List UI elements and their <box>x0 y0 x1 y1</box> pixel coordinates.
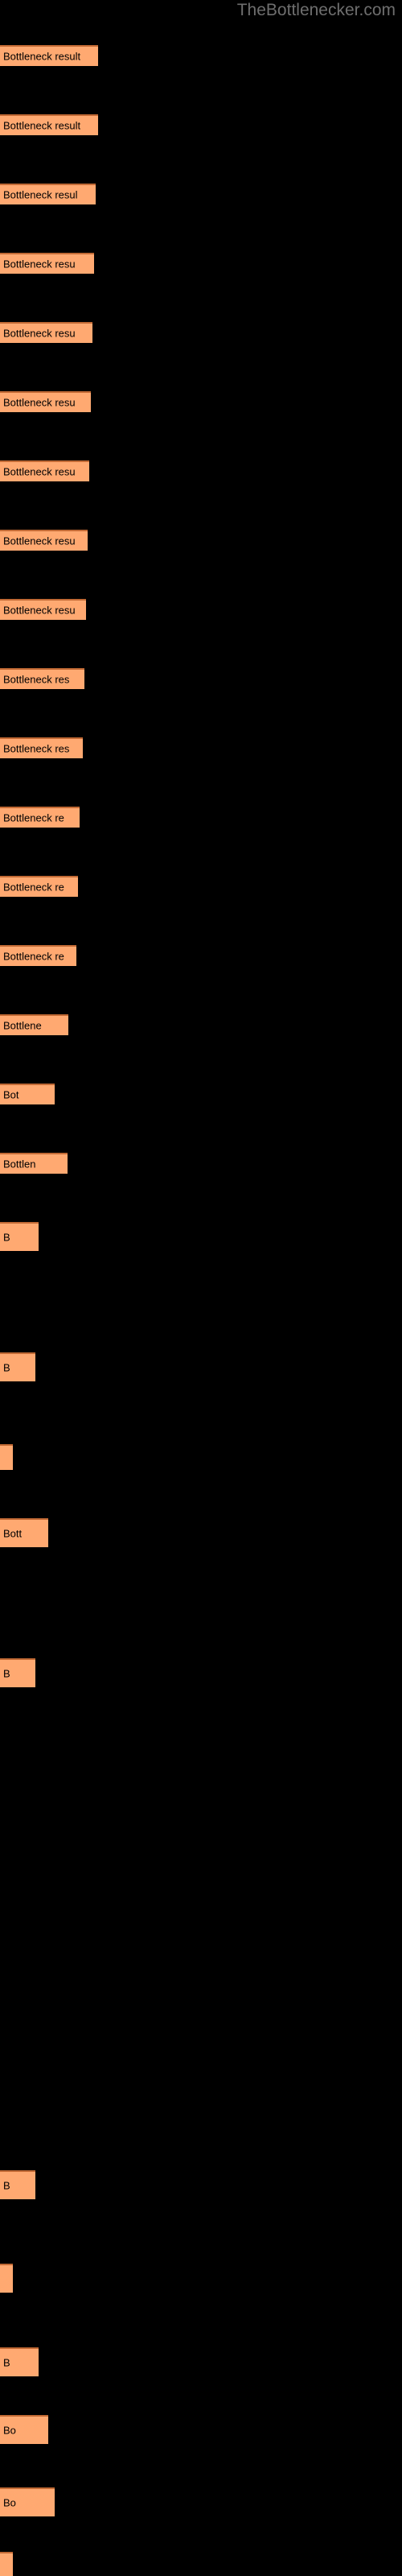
chart-bar-label: Bottleneck result <box>3 119 81 132</box>
chart-bar: Bottleneck resu <box>0 530 88 551</box>
chart-bar <box>0 2264 13 2293</box>
chart-bar-label: Bottleneck resu <box>3 604 76 617</box>
chart-bar: Bot <box>0 1084 55 1104</box>
chart-bar-label: Bo <box>3 2424 16 2437</box>
chart-bar-label: Bottlene <box>3 1019 42 1032</box>
chart-bar-label: Bottleneck resu <box>3 327 76 340</box>
chart-bar: Bottleneck res <box>0 668 84 689</box>
chart-bar-label: B <box>3 2179 10 2192</box>
chart-bar <box>0 1444 13 1470</box>
chart-bar: B <box>0 2170 35 2199</box>
chart-bar-label: Bottleneck re <box>3 881 64 894</box>
chart-bar-label: Bottleneck res <box>3 742 70 755</box>
chart-bar-label: Bott <box>3 1527 23 1540</box>
chart-bar-label: Bottleneck resu <box>3 258 76 270</box>
chart-bar: Bottleneck result <box>0 45 98 66</box>
chart-bar: Bottleneck resu <box>0 253 94 274</box>
chart-bar-label: Bottleneck resu <box>3 396 76 409</box>
chart-bar-label: B <box>3 1667 10 1680</box>
chart-bar: Bottleneck result <box>0 114 98 135</box>
chart-bar: Bottlene <box>0 1014 68 1035</box>
chart-bar: Bott <box>0 1518 48 1547</box>
chart-bar: Bottleneck resu <box>0 599 86 620</box>
chart-bar: Bottleneck resul <box>0 184 96 204</box>
bottleneck-results-chart: TheBottlenecker.com Bottleneck result Bot… <box>0 0 402 2576</box>
chart-bar-label: B <box>3 2356 10 2369</box>
chart-bar: Bottleneck re <box>0 876 78 897</box>
chart-bar: Bottleneck res <box>0 737 83 758</box>
bar-series: Bottleneck result Bottleneck result Bottle… <box>0 0 402 2576</box>
chart-bar: Bottleneck resu <box>0 460 89 481</box>
chart-bar-label: B <box>3 1231 10 1244</box>
chart-bar: B <box>0 1222 39 1251</box>
chart-bar-label: Bottleneck resul <box>3 188 78 201</box>
chart-bar-label: Bo <box>3 2496 16 2509</box>
chart-bar: Bottlen <box>0 1153 68 1174</box>
chart-bar: B <box>0 2347 39 2376</box>
chart-bar-label: Bottlen <box>3 1158 36 1170</box>
chart-bar-label: Bottleneck result <box>3 50 81 63</box>
chart-bar: Bo <box>0 2415 48 2444</box>
chart-bar-label: Bottleneck res <box>3 673 70 686</box>
chart-bar: B <box>0 1658 35 1687</box>
chart-bar: Bottleneck resu <box>0 322 92 343</box>
chart-bar: Bo <box>0 2487 55 2516</box>
chart-bar-label: Bottleneck re <box>3 950 64 963</box>
chart-bar: B <box>0 1352 35 1381</box>
chart-bar: Bottleneck resu <box>0 391 91 412</box>
chart-bar-label: Bottleneck re <box>3 811 64 824</box>
chart-bar-label: B <box>3 1361 10 1374</box>
chart-bar: Bottleneck re <box>0 945 76 966</box>
chart-bar: Bottleneck re <box>0 807 80 828</box>
chart-bar-label: Bottleneck resu <box>3 535 76 547</box>
chart-bar <box>0 2552 13 2576</box>
chart-bar-label: Bottleneck resu <box>3 465 76 478</box>
chart-bar-label: Bot <box>3 1088 19 1101</box>
